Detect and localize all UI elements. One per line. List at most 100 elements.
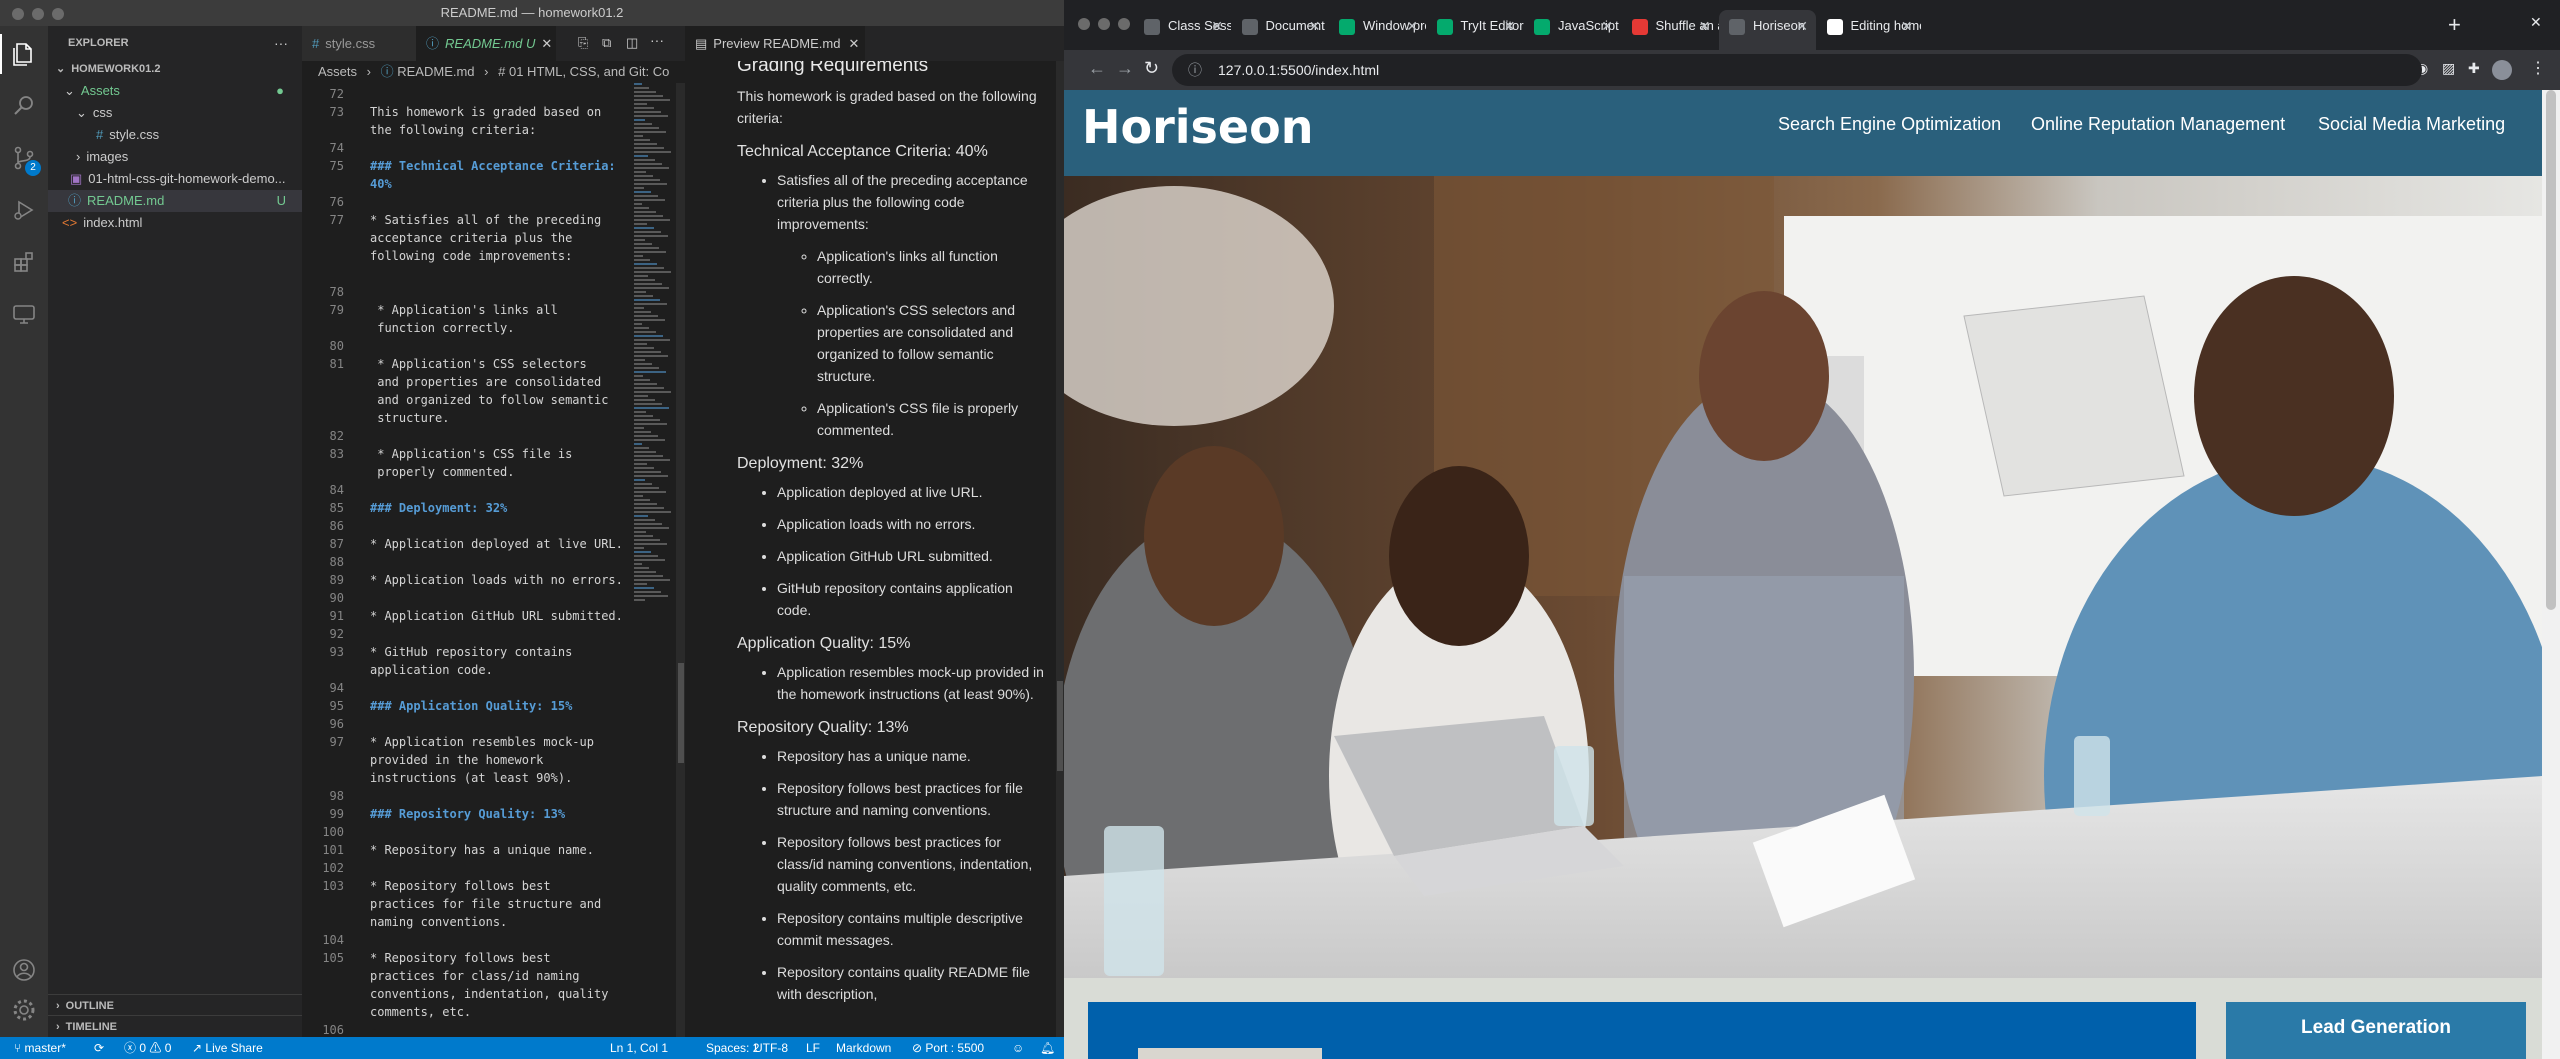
workspace-root[interactable]: ⌄ HOMEWORK01.2 bbox=[48, 58, 302, 80]
preview-list-item: Repository follows best practices for fi… bbox=[777, 777, 1044, 821]
forward-icon[interactable]: → bbox=[1116, 58, 1134, 79]
encoding[interactable]: UTF-8 bbox=[754, 1037, 788, 1059]
browser-tab[interactable]: Document ✕ bbox=[1232, 10, 1329, 42]
remote-explorer-icon[interactable] bbox=[10, 300, 38, 328]
tab-readme-md[interactable]: ⓘ README.md U ✕ bbox=[416, 26, 556, 61]
minimize-window-button[interactable] bbox=[32, 8, 44, 20]
code-line: * Repository follows best bbox=[370, 879, 551, 893]
preview-list-item: Application loads with no errors. bbox=[777, 513, 1044, 535]
close-icon[interactable]: ✕ bbox=[541, 36, 552, 51]
extension-icon[interactable]: ▨ bbox=[2442, 60, 2455, 77]
page-scrollbar-thumb[interactable] bbox=[2546, 90, 2556, 610]
cursor-position[interactable]: Ln 1, Col 1 bbox=[610, 1037, 668, 1059]
chevron-down-icon: ⌄ bbox=[64, 83, 75, 98]
reload-icon[interactable]: ↻ bbox=[1144, 58, 1159, 79]
close-tab-icon[interactable]: ✕ bbox=[1601, 10, 1613, 42]
explorer-icon[interactable] bbox=[10, 40, 38, 68]
browser-tab[interactable]: Editing homewor✕ bbox=[1817, 10, 1921, 42]
browser-tab[interactable]: TryIt Editor v3.6✕ bbox=[1427, 10, 1524, 42]
address-bar[interactable]: ⓘ 127.0.0.1:5500/index.html bbox=[1172, 54, 2422, 86]
browser-tab[interactable]: Window prompt()✕ bbox=[1329, 10, 1426, 42]
markdown-preview-pane: ▤ Preview README.md ✕ Grading Requirements… bbox=[685, 26, 1064, 1037]
language-mode[interactable]: Markdown bbox=[836, 1037, 891, 1059]
file-demo[interactable]: ▣ 01-html-css-git-homework-demo... bbox=[48, 168, 302, 190]
feedback-icon[interactable]: ☺ bbox=[1012, 1037, 1024, 1059]
folder-assets[interactable]: ⌄ Assets ● bbox=[48, 80, 302, 102]
minimize-window-button[interactable] bbox=[1098, 18, 1110, 30]
close-icon[interactable]: ✕ bbox=[848, 36, 859, 51]
line-number: 83 bbox=[329, 447, 344, 461]
menu-kebab-icon[interactable]: ⋮ bbox=[2530, 58, 2546, 78]
breadcrumb-item[interactable]: README.md bbox=[397, 64, 474, 79]
tab-style-css[interactable]: # style.css bbox=[302, 26, 416, 61]
open-changes-icon[interactable]: ⎘ bbox=[578, 35, 588, 51]
code-line: naming conventions. bbox=[370, 915, 508, 929]
preview-section-title: Application Quality: 15% bbox=[737, 635, 911, 652]
outline-section[interactable]: › OUTLINE bbox=[48, 994, 302, 1016]
file-index-html[interactable]: <> index.html bbox=[48, 212, 302, 234]
more-actions-icon[interactable]: ··· bbox=[274, 32, 288, 54]
browser-tab[interactable]: Horiseon ✕ bbox=[1719, 10, 1816, 50]
folder-css[interactable]: ⌄ css bbox=[48, 102, 302, 124]
open-preview-icon[interactable]: ⧉ bbox=[602, 35, 611, 51]
chevron-right-icon: › bbox=[76, 149, 81, 164]
close-window-button[interactable] bbox=[1078, 18, 1090, 30]
line-number: 88 bbox=[329, 555, 344, 569]
back-icon[interactable]: ← bbox=[1088, 58, 1106, 79]
extensions-icon[interactable] bbox=[10, 248, 38, 276]
code-line: practices for class/id naming bbox=[370, 969, 580, 983]
preview-list-item: Application deployed at live URL. bbox=[777, 481, 1044, 503]
tab-preview-readme[interactable]: ▤ Preview README.md ✕ bbox=[685, 26, 865, 61]
zoom-window-button[interactable] bbox=[1118, 18, 1130, 30]
sync-icon[interactable]: ⟳ bbox=[94, 1037, 104, 1059]
live-server-port[interactable]: ⊘ Port : 5500 bbox=[912, 1037, 984, 1059]
notifications-icon[interactable]: 🔔︎ bbox=[1040, 1037, 1055, 1059]
run-debug-icon[interactable] bbox=[10, 196, 38, 224]
gear-icon[interactable] bbox=[10, 996, 38, 1024]
breadcrumb-item[interactable]: Assets bbox=[318, 64, 357, 79]
indentation[interactable]: Spaces: 2 bbox=[706, 1037, 759, 1059]
close-tab-icon[interactable]: ✕ bbox=[1796, 10, 1808, 42]
more-actions-icon[interactable]: ··· bbox=[650, 32, 664, 48]
new-tab-button[interactable]: + bbox=[2448, 12, 2461, 38]
close-window-button[interactable] bbox=[12, 8, 24, 20]
avatar[interactable] bbox=[2492, 60, 2512, 80]
close-tab-icon[interactable]: ✕ bbox=[1211, 10, 1223, 42]
file-style-css[interactable]: # style.css bbox=[48, 124, 302, 146]
timeline-section[interactable]: › TIMELINE bbox=[48, 1015, 302, 1037]
search-icon[interactable] bbox=[10, 92, 38, 120]
info-icon[interactable]: ⓘ bbox=[1188, 54, 1202, 86]
folder-images[interactable]: › images bbox=[48, 146, 302, 168]
breadcrumb-item[interactable]: # 01 HTML, CSS, and Git: Co bbox=[498, 64, 669, 79]
minimap[interactable] bbox=[632, 83, 676, 623]
close-window-icon[interactable]: ✕ bbox=[2530, 14, 2542, 31]
browser-tab[interactable]: Shuffle an array✕ bbox=[1622, 10, 1719, 42]
end-of-line[interactable]: LF bbox=[806, 1037, 820, 1059]
code-line: This homework is graded based on bbox=[370, 105, 602, 119]
live-share-button[interactable]: ↗ Live Share bbox=[192, 1037, 263, 1059]
close-tab-icon[interactable]: ✕ bbox=[1901, 10, 1913, 42]
split-editor-icon[interactable]: ◫ bbox=[626, 35, 638, 51]
nav-link-social[interactable]: Social Media Marketing bbox=[2318, 114, 2505, 135]
branch-indicator[interactable]: ⑂ master* bbox=[14, 1037, 66, 1059]
browser-tab[interactable]: Class Sessions |✕ bbox=[1134, 10, 1231, 42]
close-tab-icon[interactable]: ✕ bbox=[1699, 10, 1711, 42]
site-logo[interactable]: Horiseon bbox=[1082, 100, 1313, 154]
nav-link-seo[interactable]: Search Engine Optimization bbox=[1778, 114, 2001, 135]
file-readme-md[interactable]: ⓘ README.md U bbox=[48, 190, 302, 212]
problems-indicator[interactable]: ⓧ 0 ⚠ 0 bbox=[124, 1037, 171, 1059]
code-editor[interactable]: 72 73 This homework is graded based on the … bbox=[302, 83, 685, 1037]
code-line: * Application's links all bbox=[370, 303, 558, 317]
extensions-puzzle-icon[interactable]: ✚ bbox=[2468, 60, 2480, 77]
code-line: ### Deployment: 32% bbox=[370, 501, 508, 515]
nav-link-reputation[interactable]: Online Reputation Management bbox=[2031, 114, 2285, 135]
zoom-window-button[interactable] bbox=[52, 8, 64, 20]
close-tab-icon[interactable]: ✕ bbox=[1309, 10, 1321, 42]
code-line: and organized to follow semantic bbox=[370, 393, 609, 407]
close-tab-icon[interactable]: ✕ bbox=[1406, 10, 1418, 42]
browser-tab[interactable]: JavaScript Array✕ bbox=[1524, 10, 1621, 42]
close-tab-icon[interactable]: ✕ bbox=[1504, 10, 1516, 42]
preview-scrollbar[interactable] bbox=[1056, 61, 1064, 1037]
account-icon[interactable] bbox=[10, 956, 38, 984]
preview-list: Application resembles mock-up provided i… bbox=[737, 661, 1044, 705]
